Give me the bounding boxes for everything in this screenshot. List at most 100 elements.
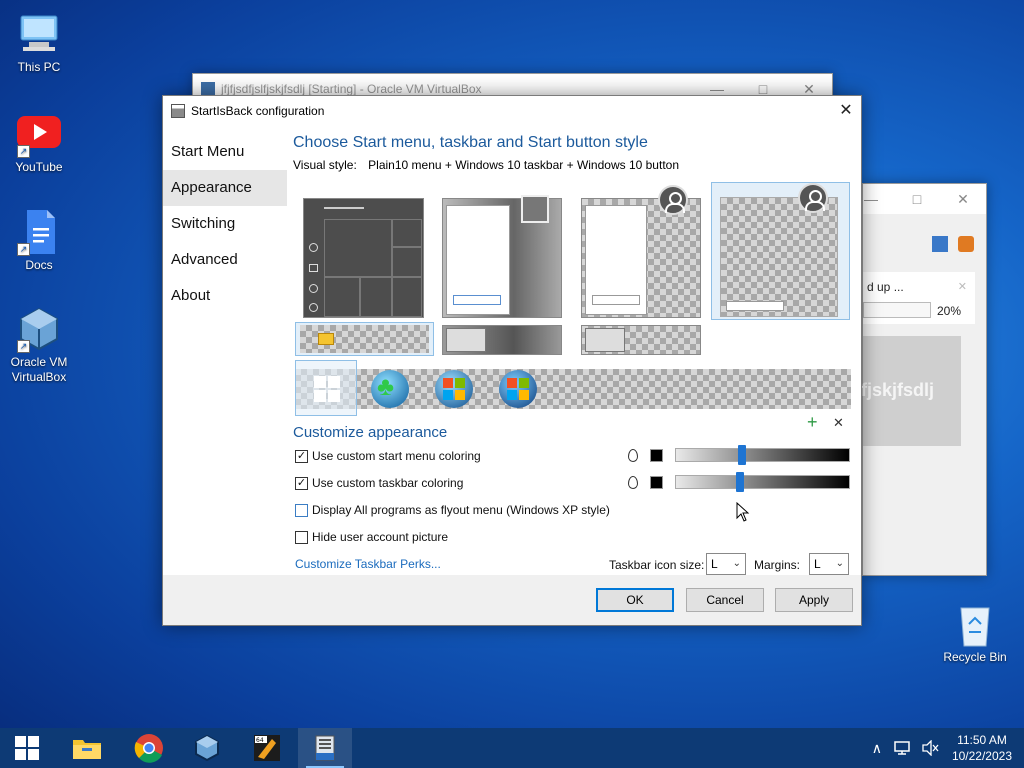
cancel-button[interactable]: Cancel (686, 588, 764, 612)
file-explorer-icon (73, 740, 101, 759)
color-swatch-taskbar[interactable] (650, 476, 663, 489)
transparency-drop-icon[interactable] (628, 476, 638, 489)
start-button[interactable] (0, 728, 54, 768)
taskbar-file-explorer[interactable] (60, 728, 114, 768)
youtube-icon: ↗ (15, 110, 63, 158)
folder-icon (309, 264, 318, 272)
menu-style-windows7[interactable] (442, 195, 562, 318)
show-hidden-icons-chevron[interactable]: ∧ (866, 740, 888, 757)
dialog-title: StartIsBack configuration (191, 104, 325, 118)
checkbox-taskbar-coloring[interactable]: ✓ (295, 476, 308, 490)
mouse-cursor-icon (736, 502, 750, 522)
power-icon (309, 303, 318, 312)
transparency-drop-icon[interactable] (628, 449, 638, 462)
taskbar-startisback[interactable] (298, 728, 352, 768)
visual-style-line: Visual style: Plain10 menu + Windows 10 … (293, 158, 851, 172)
windows7-flag-icon (443, 378, 465, 400)
virtualbox-icon: ↗ (15, 305, 63, 353)
nav-item-start-menu[interactable]: Start Menu (163, 134, 287, 170)
slider-start-menu[interactable] (675, 445, 850, 465)
docs-icon: ↗ (15, 208, 63, 256)
close-button[interactable]: ✕ (940, 184, 986, 214)
checkbox-flyout-menu[interactable] (295, 503, 308, 517)
customize-taskbar-perks-link[interactable]: Customize Taskbar Perks... (295, 557, 441, 571)
customize-heading: Customize appearance (293, 424, 448, 441)
computer-icon (15, 10, 63, 58)
add-icon[interactable]: + (807, 412, 818, 433)
visual-style-label: Visual style: (293, 158, 357, 172)
clock[interactable]: 11:50 AM 10/22/2023 (944, 732, 1024, 764)
option-label: Hide user account picture (312, 530, 449, 544)
shortcut-arrow-icon: ↗ (17, 145, 30, 158)
color-swatch-start-menu[interactable] (650, 449, 663, 462)
taskbar-app64[interactable]: 64 (240, 728, 294, 768)
remove-icon[interactable]: ✕ (833, 415, 844, 431)
slider-thumb[interactable] (736, 472, 744, 492)
network-icon[interactable] (893, 740, 911, 756)
apply-button[interactable]: Apply (775, 588, 853, 612)
progress-status: d up ... (867, 280, 904, 294)
settings-icon (309, 284, 318, 293)
start-button-windows-vista[interactable] (499, 370, 537, 408)
taskbar-style-plain8[interactable] (581, 325, 701, 355)
chevron-down-icon: ⌄ (835, 558, 844, 569)
option-taskbar-coloring[interactable]: ✓ Use custom taskbar coloring (295, 476, 463, 490)
taskbar-style-windows7[interactable] (442, 325, 562, 355)
option-flyout-menu[interactable]: Display All programs as flyout menu (Win… (295, 503, 610, 517)
option-start-menu-coloring[interactable]: ✓ Use custom start menu coloring (295, 449, 481, 463)
desktop-icon-docs[interactable]: ↗ Docs (0, 208, 78, 273)
volume-muted-icon[interactable] (921, 740, 939, 756)
taskbar-virtualbox[interactable] (180, 728, 234, 768)
user-picture-icon (658, 185, 688, 215)
slider-taskbar[interactable] (675, 472, 850, 492)
startisback-icon (315, 735, 335, 761)
menu-style-plain8[interactable] (581, 185, 701, 318)
clock-date: 10/22/2023 (951, 749, 1012, 763)
desktop-icon-virtualbox[interactable]: ↗ Oracle VM VirtualBox (0, 305, 78, 385)
menu-style-windows10[interactable] (303, 198, 424, 318)
nav-item-advanced[interactable]: Advanced (163, 242, 287, 278)
menu-style-plain10-selected[interactable] (711, 182, 850, 320)
cancel-icon[interactable]: ✕ (958, 280, 967, 293)
margins-select[interactable]: L ⌄ (809, 553, 849, 575)
slider-thumb[interactable] (738, 445, 746, 465)
close-button[interactable]: ✕ (831, 96, 861, 124)
startisback-dialog[interactable]: StartIsBack configuration ✕ Start Menu A… (162, 95, 862, 626)
folder-icon (318, 333, 334, 345)
progress-bar (863, 302, 931, 318)
section-heading: Choose Start menu, taskbar and Start but… (293, 134, 648, 151)
virtualbox-progress-window[interactable]: — □ ✕ d up ... ✕ 20% fjskjfsdlj (861, 183, 987, 576)
system-tray: ∧ 11:50 AM 10/22/2023 (866, 728, 1024, 768)
app64-icon: 64 (254, 735, 280, 761)
user-picture-icon (798, 183, 828, 213)
nav-item-about[interactable]: About (163, 278, 287, 314)
desktop-icon-label: Oracle VM VirtualBox (10, 355, 68, 384)
taskbar-chrome[interactable] (122, 728, 176, 768)
vm-name: fjskjfsdlj (861, 380, 935, 400)
maximize-button[interactable]: □ (894, 184, 940, 214)
taskbar-style-windows10-selected[interactable] (295, 322, 434, 356)
user-icon (309, 243, 318, 252)
chevron-down-icon: ⌄ (732, 558, 741, 569)
taskbar: 64 ∧ 11:50 AM 10/22/2023 (0, 728, 1024, 768)
start-button-clover[interactable]: ♣ (371, 370, 409, 408)
nav-item-switching[interactable]: Switching (163, 206, 287, 242)
desktop-icon-recycle-bin[interactable]: Recycle Bin (936, 600, 1014, 665)
clock-time: 11:50 AM (957, 733, 1007, 747)
ok-button[interactable]: OK (596, 588, 674, 612)
settings-icon[interactable] (932, 236, 948, 252)
icon-size-select[interactable]: L ⌄ (706, 553, 746, 575)
progress-percent: 20% (937, 304, 962, 318)
nav-item-appearance[interactable]: Appearance (163, 170, 287, 206)
discard-icon[interactable] (958, 236, 974, 252)
option-label: Use custom start menu coloring (312, 449, 481, 463)
virtualbox-small-icon (201, 82, 215, 96)
checkbox-hide-user-picture[interactable] (295, 530, 308, 544)
start-button-windows10-selected[interactable] (295, 360, 357, 416)
user-picture-icon (521, 195, 549, 223)
desktop-icon-youtube[interactable]: ↗ YouTube (0, 110, 78, 175)
checkbox-start-menu-coloring[interactable]: ✓ (295, 449, 308, 463)
desktop-icon-this-pc[interactable]: This PC (0, 10, 78, 75)
option-hide-user-picture[interactable]: Hide user account picture (295, 530, 448, 544)
start-button-windows7[interactable] (435, 370, 473, 408)
